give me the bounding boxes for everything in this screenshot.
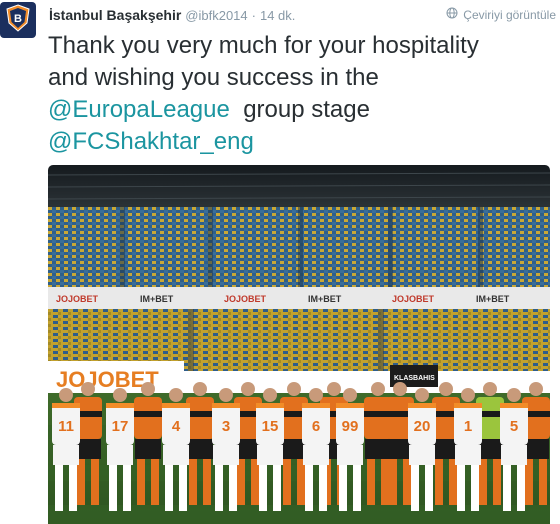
ad-board-brand: JOJOBET (56, 294, 99, 304)
ad-board-brand-6: IM+BET (476, 294, 510, 304)
tweet-text: Thank you very much for your hospitality… (48, 30, 548, 158)
username[interactable]: @ibfk2014 (185, 8, 247, 23)
jersey-number: 4 (172, 418, 181, 435)
tweet-photo[interactable]: JOJOBET IM+BET JOJOBET IM+BET JOJOBET IM… (48, 165, 550, 524)
jersey-number: 6 (312, 418, 320, 435)
tweet-text-line-1: Thank you very much for your hospitality (48, 32, 479, 59)
tweet-text-fragment: group stage (243, 96, 370, 123)
pitch-board-small: KLASBAHIS (394, 375, 435, 382)
separator: · (251, 8, 256, 23)
tweet-header: İstanbul Başakşehir @ibfk2014 · 14 dk. (49, 7, 295, 27)
jersey-number: 11 (58, 418, 74, 435)
jersey-number: 3 (222, 418, 230, 435)
jersey-number: 99 (342, 418, 359, 435)
tweet-text-line-4: @FCShakhtar_eng (48, 126, 548, 158)
club-crest-icon: B (3, 3, 33, 38)
ad-board-brand-5: JOJOBET (392, 294, 435, 304)
translate-button[interactable]: Çeviriyi görüntüle (446, 7, 556, 22)
mention-europaleague[interactable]: @EuropaLeague (48, 96, 230, 123)
display-name[interactable]: İstanbul Başakşehir (49, 7, 181, 23)
translate-label: Çeviriyi görüntüle (463, 7, 556, 22)
tweet-text-line-2: and wishing you success in the (48, 64, 379, 91)
tweet-card: B İstanbul Başakşehir @ibfk2014 · 14 dk.… (0, 0, 560, 524)
ad-board-brand-3: JOJOBET (224, 294, 267, 304)
jersey-number: 1 (464, 418, 472, 435)
timestamp[interactable]: 14 dk. (260, 8, 295, 23)
jersey-number: 17 (112, 418, 129, 435)
svg-text:B: B (14, 13, 22, 25)
avatar[interactable]: B (0, 2, 36, 38)
jersey-number: 5 (510, 418, 518, 435)
jersey-number: 15 (262, 418, 279, 435)
ad-board-brand-2: IM+BET (140, 294, 174, 304)
globe-icon (446, 7, 458, 22)
stadium-photo: JOJOBET IM+BET JOJOBET IM+BET JOJOBET IM… (48, 165, 550, 524)
ad-board-brand-4: IM+BET (308, 294, 342, 304)
tweet-text-line-3: @EuropaLeague group stage (48, 94, 548, 126)
jersey-number: 20 (414, 418, 431, 435)
mention-fcshakhtar[interactable]: @FCShakhtar_eng (48, 128, 254, 155)
